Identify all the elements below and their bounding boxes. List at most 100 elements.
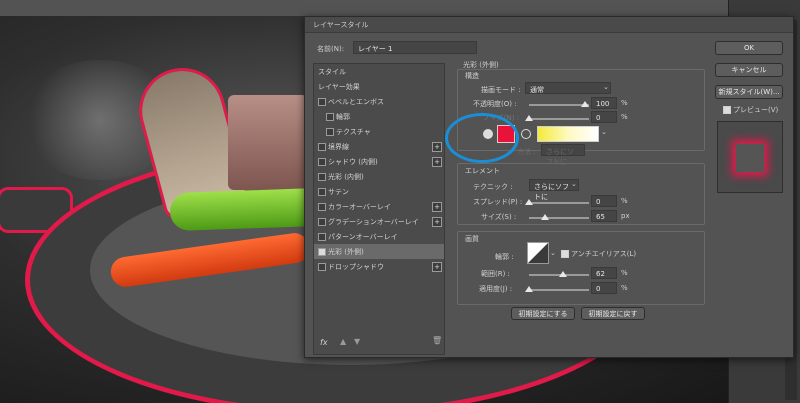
reset-default-button[interactable]: 初期設定に戻す <box>581 307 645 320</box>
chevron-down-icon[interactable]: ⌄ <box>601 128 607 136</box>
jitter-label: 適用度(J) : <box>479 285 513 293</box>
spread-field[interactable]: 0 <box>591 195 617 207</box>
dialog-title: レイヤースタイル <box>313 21 369 29</box>
add-icon[interactable]: + <box>432 217 442 227</box>
checkbox[interactable] <box>318 218 326 226</box>
checkbox[interactable] <box>318 98 326 106</box>
list-item[interactable]: ベベルとエンボス <box>314 94 444 109</box>
arrow-down-icon[interactable]: ▼ <box>354 337 360 346</box>
meat <box>228 95 308 190</box>
method-select[interactable]: さらにソフトに <box>541 144 585 166</box>
noise-slider-thumb[interactable] <box>525 115 533 121</box>
add-icon[interactable]: + <box>432 202 442 212</box>
range-field[interactable]: 62 <box>591 267 617 279</box>
add-icon[interactable]: + <box>432 262 442 272</box>
preview-label: プレビュー(V) <box>733 106 779 114</box>
add-icon[interactable]: + <box>432 157 442 167</box>
noise-slider[interactable] <box>529 118 589 120</box>
ok-button[interactable]: OK <box>715 41 783 55</box>
blend-mode-label: 描画モード : <box>481 86 521 94</box>
gradient-swatch[interactable] <box>537 126 599 142</box>
opacity-label: 不透明度(O) : <box>473 100 517 108</box>
range-label: 範囲(R) : <box>481 270 510 278</box>
list-item[interactable]: サテン <box>314 184 444 199</box>
checkbox[interactable] <box>318 173 326 181</box>
chevron-down-icon: ⌄ <box>571 180 577 188</box>
noise-unit: % <box>621 113 628 121</box>
cancel-button[interactable]: キャンセル <box>715 63 783 77</box>
size-unit: px <box>621 212 630 220</box>
chevron-down-icon: ⌄ <box>603 83 609 91</box>
layer-style-dialog: レイヤースタイル 名前(N): レイヤー 1 スタイル レイヤー効果 ベベルとエ… <box>304 16 794 358</box>
checkbox[interactable] <box>326 113 334 121</box>
arrow-up-icon[interactable]: ▲ <box>340 337 346 346</box>
list-item[interactable]: ドロップシャドウ + <box>314 259 444 274</box>
fx-icon[interactable]: fx <box>320 338 328 347</box>
list-item-outer-glow[interactable]: 光彩 (外側) <box>314 244 444 259</box>
spread-slider-thumb[interactable] <box>525 199 533 205</box>
checkbox[interactable] <box>318 203 326 211</box>
elements-header: エレメント <box>465 167 500 175</box>
gradient-radio[interactable] <box>521 129 531 139</box>
checkbox[interactable] <box>326 128 334 136</box>
list-item[interactable]: カラーオーバーレイ + <box>314 199 444 214</box>
checkbox-checked[interactable] <box>318 248 326 256</box>
style-list: スタイル レイヤー効果 ベベルとエンボス 輪郭 テクスチャ 境界線 + シャドウ … <box>313 63 445 355</box>
range-unit: % <box>621 269 628 277</box>
checkbox[interactable] <box>318 143 326 151</box>
list-item[interactable]: シャドウ (内側) + <box>314 154 444 169</box>
name-field[interactable]: レイヤー 1 <box>353 41 477 54</box>
checkbox[interactable] <box>318 158 326 166</box>
style-preview <box>717 121 783 193</box>
trash-icon[interactable]: 🗑 <box>432 336 442 345</box>
antialias-checkbox[interactable] <box>561 250 569 258</box>
checkbox[interactable] <box>318 263 326 271</box>
list-item[interactable]: パターンオーバーレイ <box>314 229 444 244</box>
spread-label: スプレッド(P) : <box>473 198 523 206</box>
add-icon[interactable]: + <box>432 142 442 152</box>
list-item[interactable]: 境界線 + <box>314 139 444 154</box>
contour-curve-icon <box>528 243 548 263</box>
style-list-header[interactable]: スタイル <box>314 64 444 79</box>
structure-header: 構造 <box>465 72 479 80</box>
spread-unit: % <box>621 197 628 205</box>
jitter-unit: % <box>621 284 628 292</box>
size-slider[interactable] <box>529 217 589 219</box>
list-item[interactable]: 光彩 (内側) <box>314 169 444 184</box>
preview-checkbox[interactable] <box>723 106 731 114</box>
make-default-button[interactable]: 初期設定にする <box>511 307 575 320</box>
opacity-unit: % <box>621 99 628 107</box>
technique-label: テクニック : <box>473 183 513 191</box>
annotation-circle <box>445 113 519 163</box>
list-item[interactable]: 輪郭 <box>314 109 444 124</box>
checkbox[interactable] <box>318 233 326 241</box>
antialias-label: アンチエイリアス(L) <box>571 250 637 258</box>
dialog-title-bar[interactable]: レイヤースタイル <box>305 17 793 33</box>
range-slider-thumb[interactable] <box>559 271 567 277</box>
size-label: サイズ(S) : <box>481 213 517 221</box>
blend-mode-select[interactable]: 通常 <box>525 82 611 94</box>
new-style-button[interactable]: 新規スタイル(W)... <box>715 85 783 99</box>
quality-header: 画質 <box>465 235 479 243</box>
chevron-down-icon[interactable]: ⌄ <box>550 249 556 257</box>
size-field[interactable]: 65 <box>591 210 617 222</box>
jitter-slider-thumb[interactable] <box>525 286 533 292</box>
preview-thumbnail <box>736 144 764 172</box>
checkbox[interactable] <box>318 188 326 196</box>
size-slider-thumb[interactable] <box>541 214 549 220</box>
opacity-slider-thumb[interactable] <box>581 101 589 107</box>
app-top-bar <box>0 0 800 16</box>
list-item[interactable]: テクスチャ <box>314 124 444 139</box>
jitter-field[interactable]: 0 <box>591 282 617 294</box>
spread-slider[interactable] <box>529 202 589 204</box>
effects-header[interactable]: レイヤー効果 <box>314 79 444 94</box>
list-item[interactable]: グラデーションオーバーレイ + <box>314 214 444 229</box>
contour-preview[interactable] <box>527 242 549 264</box>
method-label: 方法 : <box>517 148 536 156</box>
contour-label: 輪郭 : <box>495 253 514 261</box>
noise-field[interactable]: 0 <box>591 111 617 123</box>
name-label: 名前(N): <box>317 45 345 53</box>
opacity-slider[interactable] <box>529 104 589 106</box>
opacity-field[interactable]: 100 <box>591 97 617 109</box>
jitter-slider[interactable] <box>529 289 589 291</box>
